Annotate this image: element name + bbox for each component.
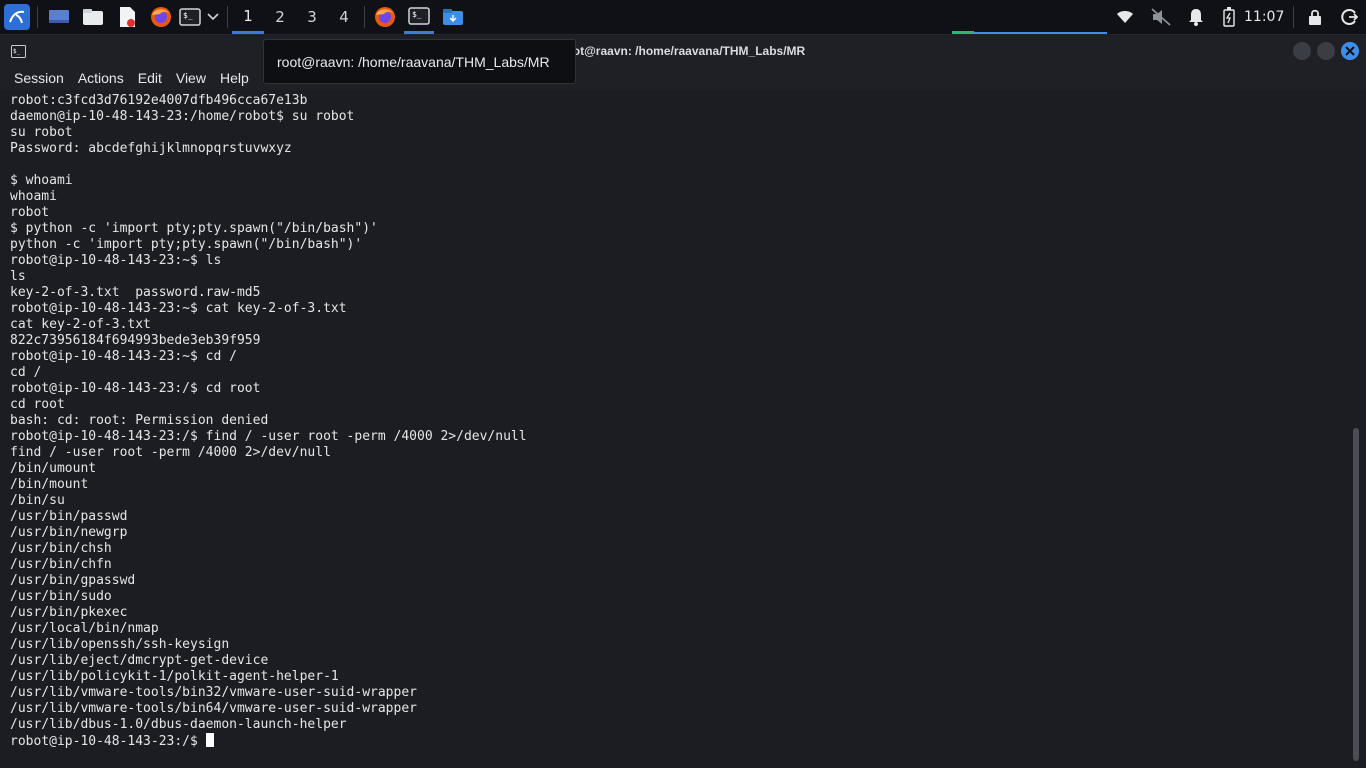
- terminal-lines: robot:c3fcd3d76192e4007dfb496cca67e13b d…: [10, 93, 527, 732]
- terminal-line: /usr/bin/pkexec: [10, 605, 128, 620]
- task-firefox-icon[interactable]: [372, 4, 398, 30]
- terminal-line: robot: [10, 205, 50, 220]
- workspace-4[interactable]: 4: [328, 0, 360, 34]
- terminal-line: robot@ip-10-48-143-23:/$ find / -user ro…: [10, 429, 527, 444]
- terminal-line: /usr/bin/gpasswd: [10, 573, 136, 588]
- menu-bar: Session Actions Edit View Help: [0, 66, 1366, 90]
- network-activity-graph: [952, 31, 1107, 34]
- maximize-button[interactable]: [1317, 42, 1335, 60]
- terminal-line: /bin/mount: [10, 477, 89, 492]
- terminal-line: /usr/bin/passwd: [10, 509, 128, 524]
- text-editor-icon[interactable]: [114, 4, 140, 30]
- close-button[interactable]: [1341, 42, 1359, 60]
- terminal-line: bash: cd: root: Permission denied: [10, 413, 269, 428]
- lock-screen-icon[interactable]: [1302, 4, 1328, 30]
- terminal-line: cat key-2-of-3.txt: [10, 317, 151, 332]
- menu-help[interactable]: Help: [206, 70, 249, 86]
- show-desktop-icon[interactable]: [46, 4, 72, 30]
- svg-text:$_: $_: [183, 11, 193, 20]
- terminal-window: $_ root@raavn: /home/raavana/THM_Labs/MR…: [0, 36, 1366, 768]
- top-panel: $_ 1 2 3 4 $_ 11:07: [0, 0, 1366, 35]
- firefox-icon[interactable]: [148, 4, 174, 30]
- terminal-line: /usr/lib/openssh/ssh-keysign: [10, 637, 230, 652]
- terminal-line: /usr/lib/policykit-1/polkit-agent-helper…: [10, 669, 339, 684]
- workspace-3[interactable]: 3: [296, 0, 328, 34]
- terminal-line: /usr/bin/sudo: [10, 589, 112, 604]
- close-icon: [1345, 46, 1355, 56]
- panel-separator: [37, 6, 38, 28]
- terminal-line: robot@ip-10-48-143-23:~$ cd /: [10, 349, 237, 364]
- terminal-line: ls: [10, 269, 26, 284]
- terminal-line: find / -user root -perm /4000 2>/dev/nul…: [10, 445, 331, 460]
- terminal-line: key-2-of-3.txt password.raw-md5: [10, 285, 261, 300]
- terminal-line: /usr/bin/newgrp: [10, 525, 128, 540]
- terminal-line: /usr/lib/vmware-tools/bin64/vmware-user-…: [10, 701, 417, 716]
- terminal-line: /bin/su: [10, 493, 65, 508]
- menu-view[interactable]: View: [162, 70, 206, 86]
- terminal-line: 822c73956184f694993bede3eb39f959: [10, 333, 261, 348]
- menu-session[interactable]: Session: [0, 70, 64, 86]
- terminal-line: /usr/lib/dbus-1.0/dbus-daemon-launch-hel…: [10, 717, 347, 732]
- notifications-bell-icon[interactable]: [1183, 4, 1209, 30]
- terminal-line: $ whoami: [10, 173, 73, 188]
- terminal-line: cd root: [10, 397, 65, 412]
- terminal-line: /usr/bin/chfn: [10, 557, 112, 572]
- file-manager-icon[interactable]: [80, 4, 106, 30]
- terminal-line: robot@ip-10-48-143-23:~$ cat key-2-of-3.…: [10, 301, 347, 316]
- svg-text:$_: $_: [412, 10, 422, 19]
- terminal-line: python -c 'import pty;pty.spawn("/bin/ba…: [10, 237, 363, 252]
- terminal-line: whoami: [10, 189, 57, 204]
- panel-clock[interactable]: 11:07: [1244, 0, 1284, 34]
- workspace-2[interactable]: 2: [264, 0, 296, 34]
- workspace-1[interactable]: 1: [232, 0, 264, 34]
- panel-separator: [227, 6, 228, 28]
- menu-edit[interactable]: Edit: [124, 70, 162, 86]
- window-title: root@raavn: /home/raavana/THM_Labs/MR: [560, 44, 806, 58]
- svg-text:$_: $_: [13, 48, 21, 55]
- terminal-line: /usr/bin/chsh: [10, 541, 112, 556]
- window-terminal-icon: $_: [11, 43, 26, 62]
- battery-charging-icon[interactable]: [1216, 4, 1242, 30]
- kali-menu-icon[interactable]: [4, 4, 30, 30]
- terminal-line: $ python -c 'import pty;pty.spawn("/bin/…: [10, 221, 378, 236]
- window-titlebar[interactable]: $_ root@raavn: /home/raavana/THM_Labs/MR: [0, 36, 1366, 66]
- terminal-line: /usr/lib/vmware-tools/bin32/vmware-user-…: [10, 685, 417, 700]
- terminal-line: /usr/lib/eject/dmcrypt-get-device: [10, 653, 269, 668]
- volume-muted-icon[interactable]: [1148, 4, 1174, 30]
- task-downloads-folder-icon[interactable]: [440, 4, 466, 30]
- terminal-text: robot:c3fcd3d76192e4007dfb496cca67e13b d…: [10, 93, 527, 750]
- minimize-button[interactable]: [1293, 42, 1311, 60]
- terminal-line: Password: abcdefghijklmnopqrstuvwxyz: [10, 141, 292, 156]
- task-terminal-icon[interactable]: $_: [404, 0, 434, 34]
- terminal-line: robot@ip-10-48-143-23:/$ cd root: [10, 381, 261, 396]
- menu-actions[interactable]: Actions: [64, 70, 124, 86]
- panel-separator: [364, 6, 365, 28]
- panel-separator: [1293, 6, 1294, 28]
- terminal-line: su robot: [10, 125, 73, 140]
- terminal-prompt: robot@ip-10-48-143-23:/$: [10, 734, 206, 749]
- wifi-icon[interactable]: [1112, 4, 1138, 30]
- scrollbar-thumb[interactable]: [1353, 428, 1359, 761]
- title-tooltip: root@raavn: /home/raavana/THM_Labs/MR: [263, 39, 576, 84]
- terminal-launcher-icon[interactable]: $_: [178, 4, 202, 30]
- terminal-line: robot:c3fcd3d76192e4007dfb496cca67e13b: [10, 93, 308, 108]
- terminal-line: /usr/local/bin/nmap: [10, 621, 159, 636]
- terminal-line: /bin/umount: [10, 461, 97, 476]
- chevron-down-icon[interactable]: [205, 4, 221, 30]
- terminal-line: robot@ip-10-48-143-23:~$ ls: [10, 253, 222, 268]
- terminal-line: cd /: [10, 365, 42, 380]
- text-cursor: [205, 733, 214, 747]
- power-logout-icon[interactable]: [1336, 4, 1362, 30]
- terminal-line: daemon@ip-10-48-143-23:/home/robot$ su r…: [10, 109, 355, 124]
- terminal-output-area[interactable]: robot:c3fcd3d76192e4007dfb496cca67e13b d…: [0, 91, 1352, 768]
